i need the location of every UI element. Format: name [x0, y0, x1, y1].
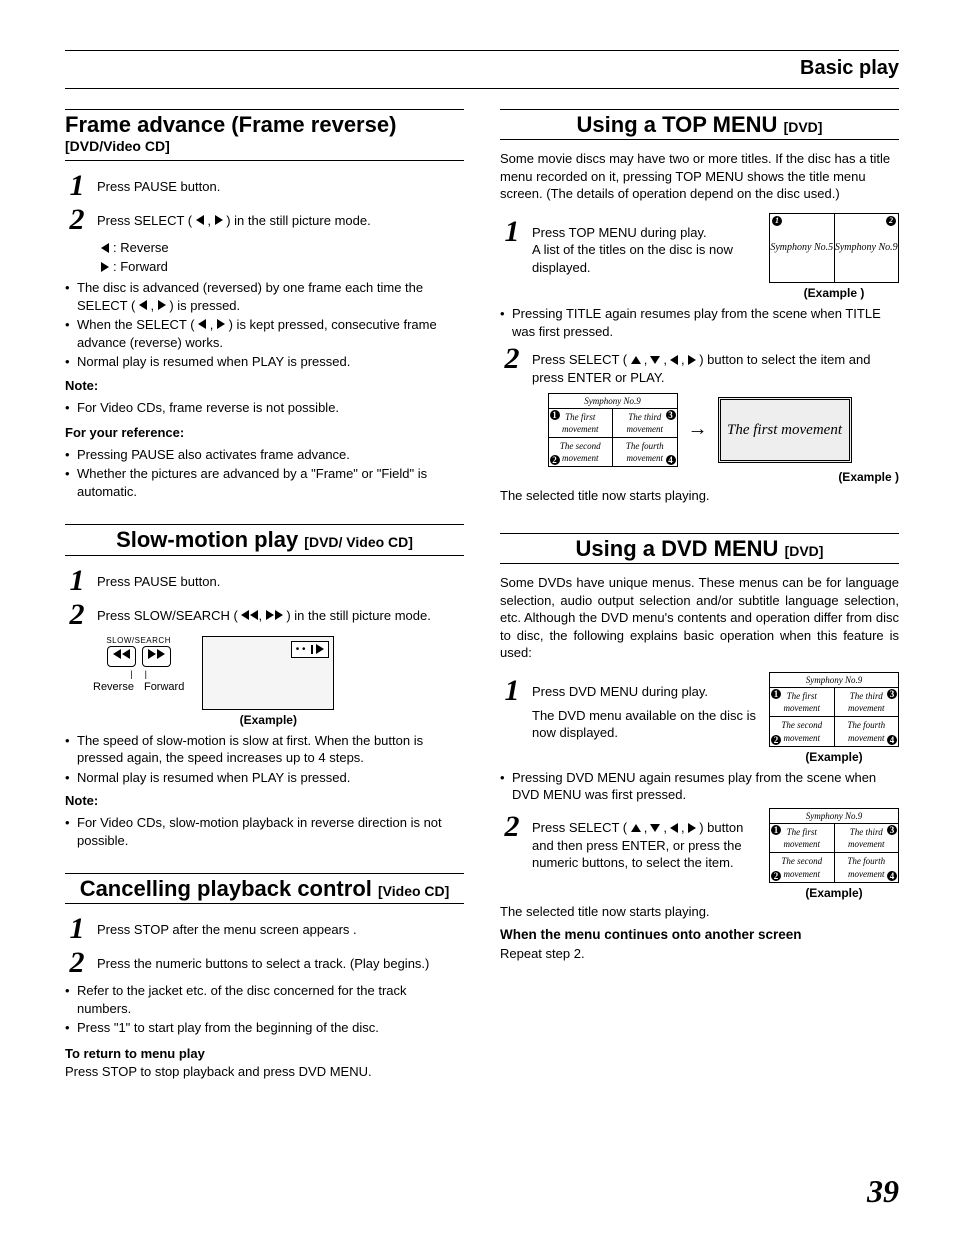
dvd-menu-figure-2: Symphony No.9 1The first movement 3The t…	[769, 808, 899, 883]
right-arrow-icon	[217, 319, 225, 329]
title-menu-figure: 1Symphony No.5 2Symphony No.9	[769, 213, 899, 283]
fa-step1: 1 Press PAUSE button.	[65, 171, 464, 201]
frame-advance-title: Frame advance (Frame reverse)	[65, 112, 464, 137]
step-num-1: 1	[65, 171, 89, 201]
right-arrow-icon	[215, 215, 223, 225]
right-arrow-icon	[101, 262, 109, 272]
dvd-menu-figure-1: Symphony No.9 1The first movement 3The t…	[769, 672, 899, 747]
rewind-button-icon	[107, 646, 136, 667]
page-number: 39	[867, 1170, 899, 1213]
fastforward-button-icon	[142, 646, 171, 667]
rewind-icon	[241, 610, 258, 620]
tm-figure-row: Symphony No.9 1The first movement 3The t…	[500, 393, 899, 468]
frame-advance-tag: [DVD/Video CD]	[65, 137, 464, 156]
right-arrow-icon	[158, 300, 166, 310]
fa-bullets: The disc is advanced (reversed) by one f…	[65, 279, 464, 371]
nav-arrows-icon: , , ,	[631, 819, 696, 837]
nav-arrows-icon: , , ,	[631, 351, 696, 369]
step-num-2: 2	[65, 205, 89, 235]
sm-step2: 2 Press SLOW/SEARCH ( , ) in the still p…	[65, 600, 464, 630]
manual-page: Basic play Frame advance (Frame reverse)…	[0, 0, 954, 1235]
arrow-right-icon: →	[688, 416, 708, 443]
right-column: Using a TOP MENU [DVD] Some movie discs …	[500, 101, 899, 1080]
left-arrow-icon	[198, 319, 206, 329]
fastforward-icon	[266, 610, 283, 620]
slow-motion-title: Slow-motion play [DVD/ Video CD]	[65, 527, 464, 552]
dm-step2: 2 Press SELECT ( , , , ) button and then…	[500, 808, 899, 901]
cancel-pbc-title: Cancelling playback control [Video CD]	[65, 876, 464, 901]
tm-step2: 2 Press SELECT ( , , , ) button to selec…	[500, 344, 899, 386]
top-rule	[65, 50, 899, 51]
left-arrow-icon	[139, 300, 147, 310]
tm-step1: 1 Press TOP MENU during play. A list of …	[500, 213, 899, 301]
direction-legend: : Reverse : Forward	[101, 239, 464, 275]
slow-overlay-icon: • •	[291, 641, 330, 659]
dm-step1: 1 Press DVD MENU during play. The DVD me…	[500, 672, 899, 765]
left-arrow-icon	[101, 243, 109, 253]
selected-title-figure: The first movement	[718, 397, 852, 463]
left-column: Frame advance (Frame reverse) [DVD/Video…	[65, 101, 464, 1080]
top-menu-title: Using a TOP MENU [DVD]	[500, 112, 899, 137]
dvd-menu-title: Using a DVD MENU [DVD]	[500, 536, 899, 561]
left-arrow-icon	[196, 215, 204, 225]
section-header: Basic play	[65, 55, 899, 89]
example-screen: • •	[202, 636, 334, 710]
two-columns: Frame advance (Frame reverse) [DVD/Video…	[65, 101, 899, 1080]
chapter-menu-figure: Symphony No.9 1The first movement 3The t…	[548, 393, 678, 468]
fa-step2: 2 Press SELECT ( , ) in the still pictur…	[65, 205, 464, 235]
slow-search-figure: SLOW/SEARCH || ReverseForward • • (Examp…	[93, 636, 464, 728]
sm-step1: 1 Press PAUSE button.	[65, 566, 464, 596]
